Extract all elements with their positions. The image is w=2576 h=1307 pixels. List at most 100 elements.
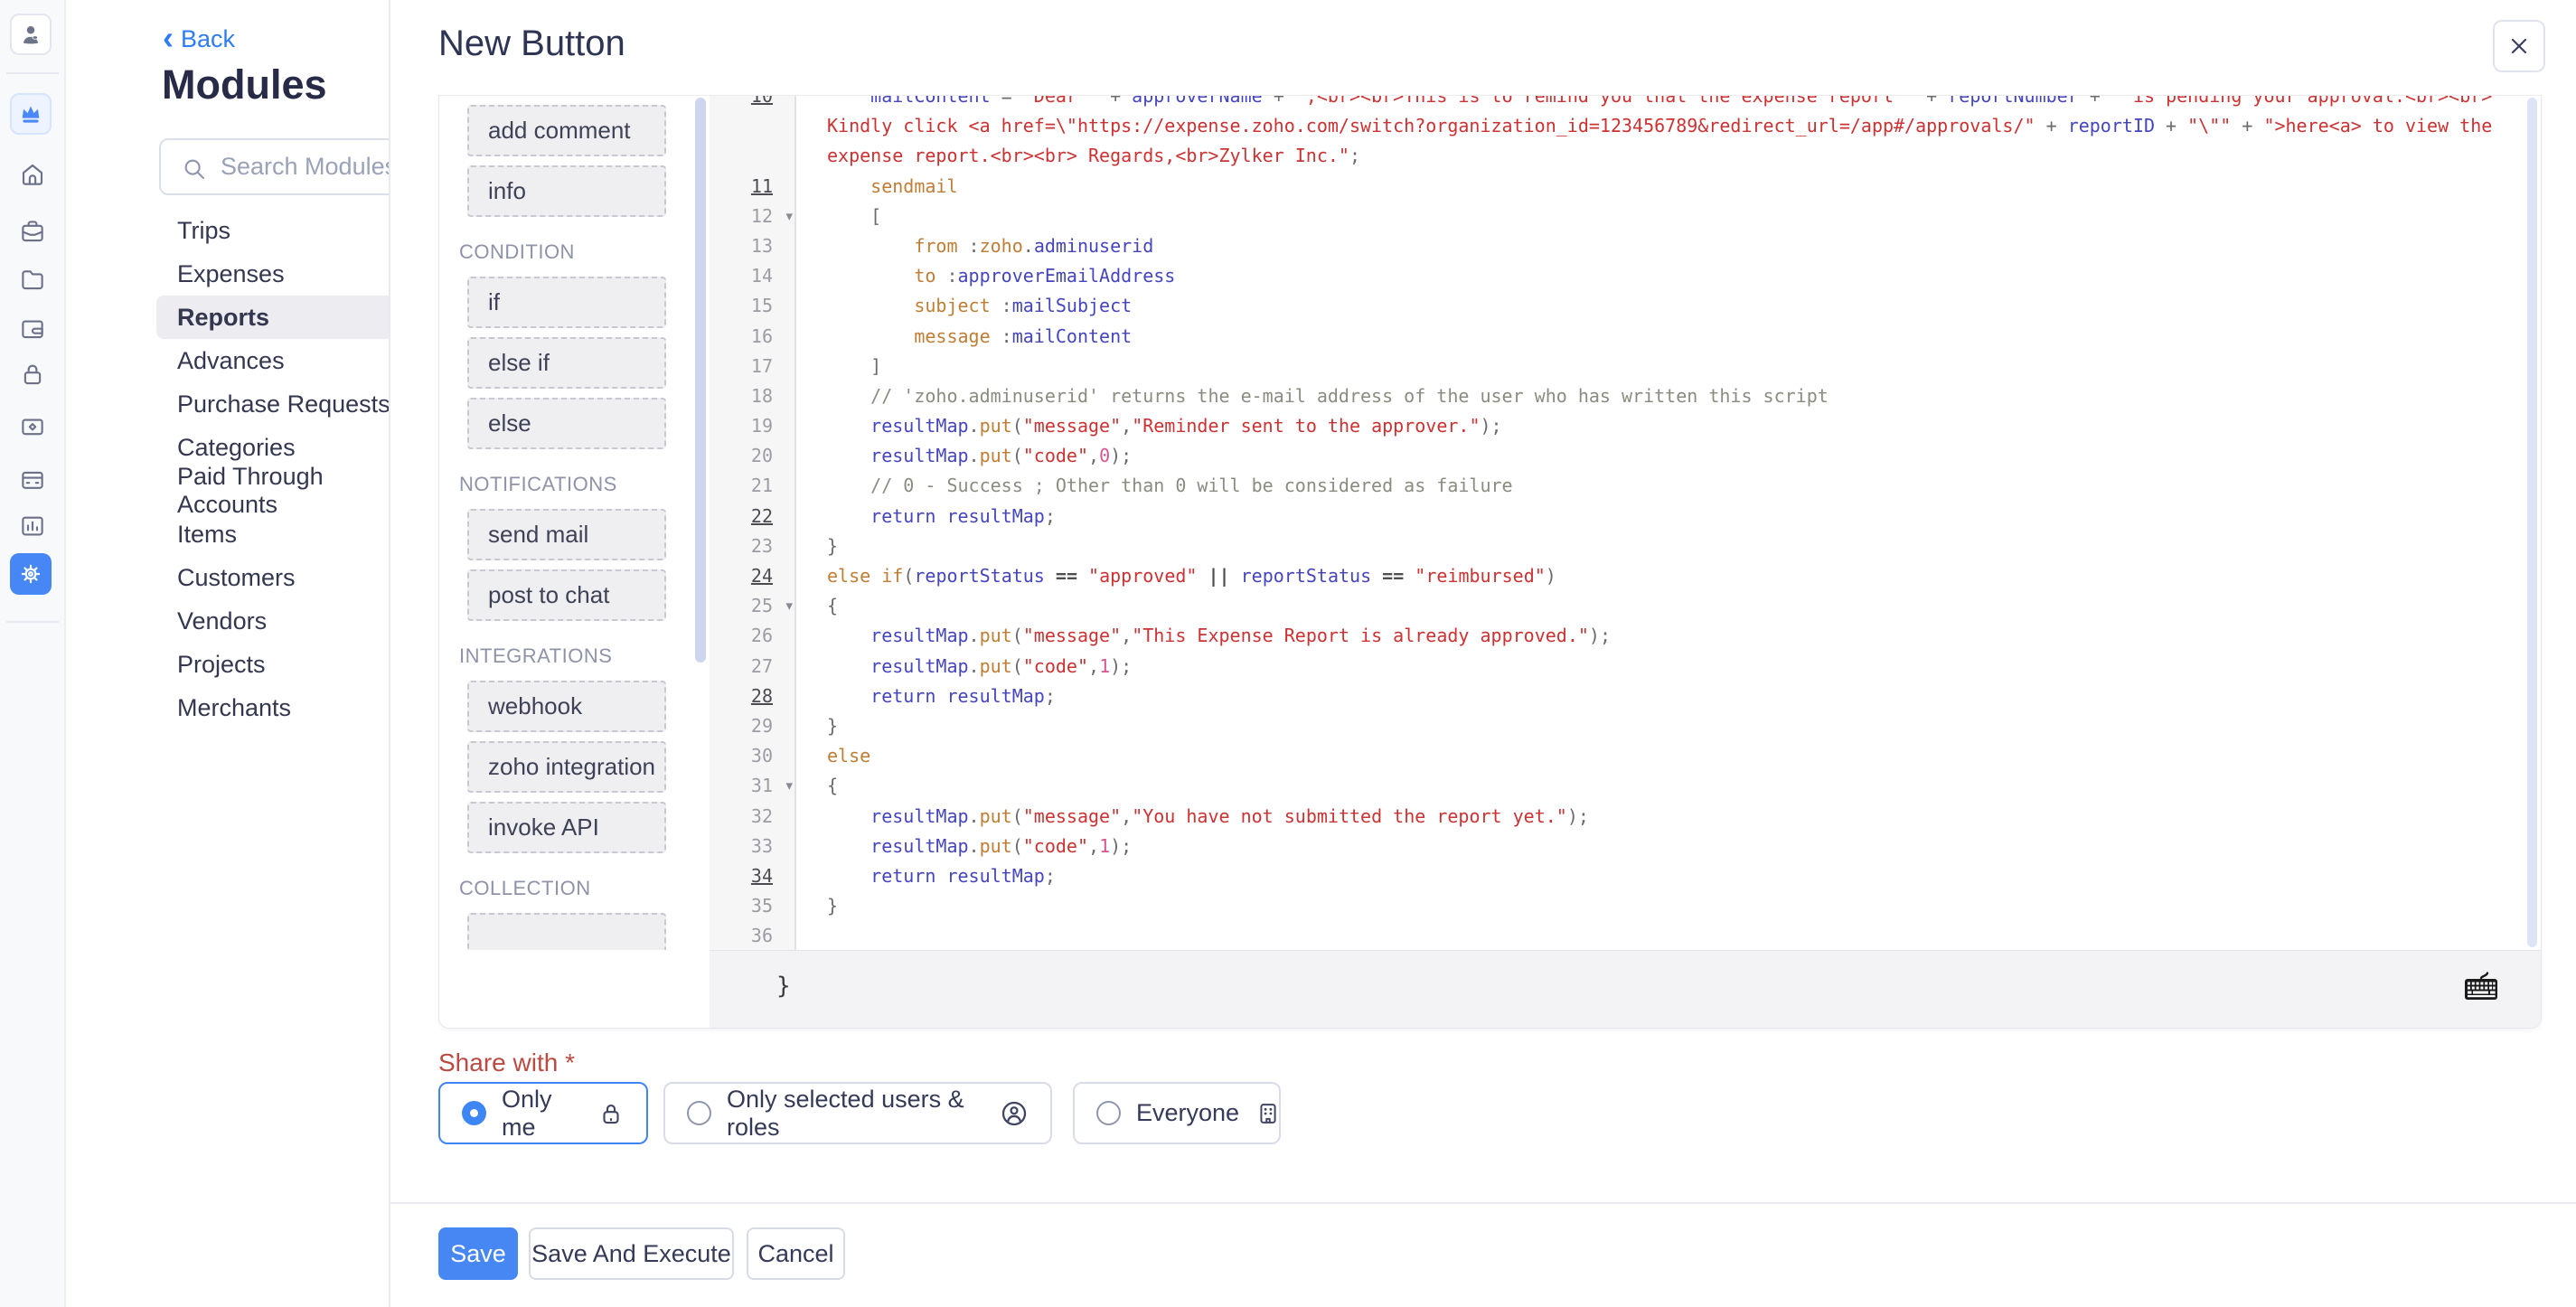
code-line[interactable]: 16 message :mailContent (710, 322, 2542, 352)
gutter-cell: 26 (710, 621, 796, 651)
module-item-trips[interactable]: Trips (156, 209, 428, 252)
module-item-purchase-requests[interactable]: Purchase Requests (156, 382, 428, 426)
keyboard-icon[interactable] (2461, 971, 2501, 1008)
code-line[interactable]: 10 mailContent = "Dear " + approverName … (710, 96, 2542, 111)
code-line[interactable]: 23} (710, 531, 2542, 561)
code-text: resultMap.put("code",1); (796, 832, 2542, 861)
palette-button-webhook[interactable]: webhook (467, 681, 666, 732)
code-line[interactable]: 12▾ [ (710, 202, 2542, 231)
code-line[interactable]: 11 sendmail (710, 172, 2542, 202)
module-item-merchants[interactable]: Merchants (156, 686, 428, 729)
app-rail (0, 0, 66, 1307)
code-line[interactable]: 15 subject :mailSubject (710, 291, 2542, 321)
palette-scrollbar[interactable] (695, 98, 706, 663)
code-line[interactable]: 34 return resultMap; (710, 861, 2542, 891)
fold-arrow-icon[interactable]: ▾ (785, 591, 793, 621)
palette-button-send-mail[interactable]: send mail (467, 509, 666, 560)
code-line[interactable]: 14 to :approverEmailAddress (710, 261, 2542, 291)
line-number: 29 (751, 711, 773, 741)
code-line[interactable]: 22 return resultMap; (710, 502, 2542, 531)
back-link[interactable]: ‹ Back (163, 25, 235, 53)
code-line[interactable]: 27 resultMap.put("code",1); (710, 652, 2542, 682)
code-text: } (796, 531, 2542, 561)
module-item-advances[interactable]: Advances (156, 339, 428, 382)
code-rows[interactable]: 10 mailContent = "Dear " + approverName … (710, 96, 2542, 950)
module-item-projects[interactable]: Projects (156, 643, 428, 686)
fold-arrow-icon[interactable]: ▾ (785, 771, 793, 801)
gutter-cell: 33 (710, 832, 796, 861)
search-icon (181, 155, 208, 187)
palette-button-invoke-api[interactable]: invoke API (467, 802, 666, 853)
gutter-cell: 14 (710, 261, 796, 291)
share-option-selected-users-roles[interactable]: Only selected users & roles (663, 1082, 1052, 1144)
user-avatar-icon[interactable] (10, 14, 52, 55)
lock-icon[interactable] (18, 360, 47, 389)
code-line[interactable]: 18 // 'zoho.adminuserid' returns the e-m… (710, 381, 2542, 411)
radio-button[interactable] (687, 1101, 711, 1125)
save-button[interactable]: Save (438, 1227, 518, 1280)
card-rows-icon[interactable] (18, 465, 47, 494)
palette-button-clipped[interactable] (467, 913, 666, 950)
code-line[interactable]: 36 (710, 921, 2542, 950)
radio-button[interactable] (462, 1101, 486, 1125)
gutter-cell: 32 (710, 802, 796, 832)
share-option-label: Everyone (1136, 1099, 1239, 1127)
code-line[interactable]: 21 // 0 - Success ; Other than 0 will be… (710, 471, 2542, 501)
palette-button-add-comment[interactable]: add comment (467, 105, 666, 156)
wallet-icon[interactable] (18, 314, 47, 343)
code-line[interactable]: 26 resultMap.put("message","This Expense… (710, 621, 2542, 651)
card-diamond-icon[interactable] (18, 412, 47, 441)
palette-button-zoho-integration[interactable]: zoho integration (467, 741, 666, 793)
gutter-cell: 23 (710, 531, 796, 561)
close-button[interactable] (2493, 20, 2545, 72)
code-scroll-view[interactable]: 10 mailContent = "Dear " + approverName … (710, 96, 2542, 950)
palette-button-info[interactable]: info (467, 165, 666, 217)
code-line[interactable]: 19 resultMap.put("message","Reminder sen… (710, 411, 2542, 441)
share-option-everyone[interactable]: Everyone (1073, 1082, 1281, 1144)
code-line[interactable]: 32 resultMap.put("message","You have not… (710, 802, 2542, 832)
fold-arrow-icon[interactable]: ▾ (785, 202, 793, 231)
code-line[interactable]: 28 return resultMap; (710, 682, 2542, 711)
gutter-cell: 19 (710, 411, 796, 441)
code-line[interactable]: 30else (710, 741, 2542, 771)
code-editor[interactable]: 10 mailContent = "Dear " + approverName … (710, 96, 2542, 1029)
gutter-cell (710, 141, 796, 171)
module-item-expenses[interactable]: Expenses (156, 252, 428, 296)
closing-brace: } (776, 973, 791, 1000)
home-icon[interactable] (18, 160, 47, 189)
code-line[interactable]: 24else if(reportStatus == "approved" || … (710, 561, 2542, 591)
palette-button-else-if[interactable]: else if (467, 337, 666, 389)
editor-scrollbar[interactable] (2527, 98, 2537, 947)
code-line[interactable]: 25▾{ (710, 591, 2542, 621)
line-number: 17 (751, 352, 773, 381)
radio-button[interactable] (1096, 1101, 1121, 1125)
crown-icon[interactable] (10, 93, 52, 135)
code-line[interactable]: 31▾{ (710, 771, 2542, 801)
code-line[interactable]: 29} (710, 711, 2542, 741)
code-line[interactable]: 20 resultMap.put("code",0); (710, 441, 2542, 471)
cancel-button[interactable]: Cancel (747, 1227, 845, 1280)
save-and-execute-button[interactable]: Save And Execute (529, 1227, 734, 1280)
line-number: 26 (751, 621, 773, 651)
code-line[interactable]: 35} (710, 891, 2542, 921)
code-line[interactable]: Kindly click <a href=\"https://expense.z… (710, 111, 2542, 141)
chevron-left-icon: ‹ (163, 25, 174, 50)
code-line[interactable]: 17 ] (710, 352, 2542, 381)
palette-button-else[interactable]: else (467, 398, 666, 449)
module-item-paid-through-accounts[interactable]: Paid Through Accounts (156, 469, 428, 512)
code-text: } (796, 891, 2542, 921)
bar-chart-icon[interactable] (18, 512, 47, 541)
module-item-vendors[interactable]: Vendors (156, 599, 428, 643)
briefcase-icon[interactable] (18, 217, 47, 246)
palette-button-if[interactable]: if (467, 277, 666, 328)
share-option-only-me[interactable]: Only me (438, 1082, 648, 1144)
palette-button-post-to-chat[interactable]: post to chat (467, 569, 666, 621)
module-item-items[interactable]: Items (156, 512, 428, 556)
folder-icon[interactable] (18, 265, 47, 294)
code-line[interactable]: 13 from :zoho.adminuserid (710, 231, 2542, 261)
gear-icon[interactable] (10, 553, 52, 595)
code-line[interactable]: 33 resultMap.put("code",1); (710, 832, 2542, 861)
module-item-customers[interactable]: Customers (156, 556, 428, 599)
code-line[interactable]: expense report.<br><br> Regards,<br>Zylk… (710, 141, 2542, 171)
module-item-reports[interactable]: Reports (156, 296, 428, 339)
